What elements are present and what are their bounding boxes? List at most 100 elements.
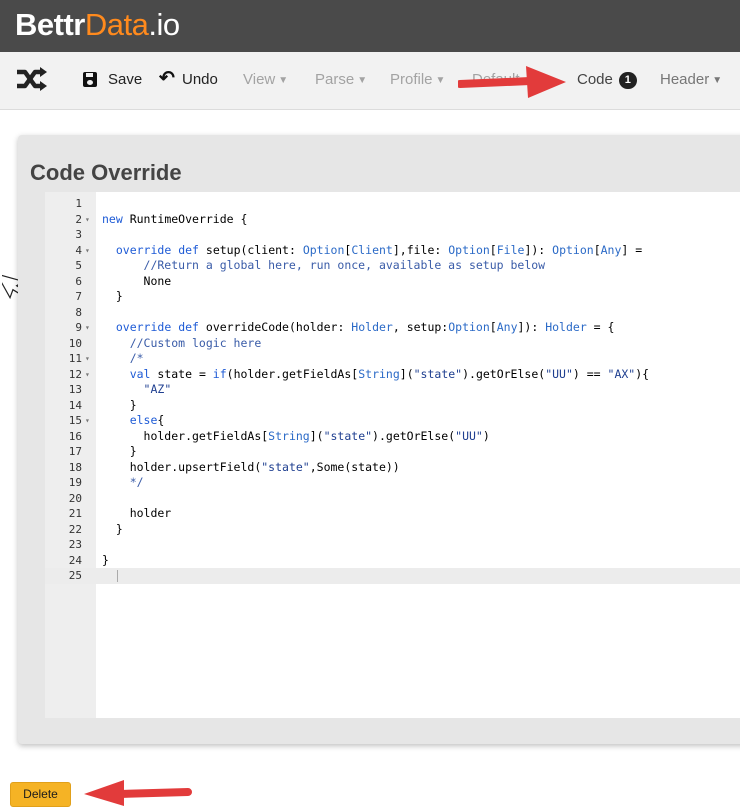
line-number: 17 xyxy=(68,445,82,458)
chevron-down-icon: ▼ xyxy=(357,75,368,86)
code-line[interactable]: 19 */ xyxy=(45,475,740,491)
code-line[interactable]: 14 } xyxy=(45,398,740,414)
header-menu-label: Header xyxy=(660,71,710,88)
code-override-panel: Code Override 1 2 ▾ new RuntimeOverride {3 4… xyxy=(18,135,740,744)
code-line[interactable]: 15 ▾ else{ xyxy=(45,413,740,429)
line-number: 15 xyxy=(68,414,82,427)
brand-part-data: Data xyxy=(84,7,149,42)
code-text: */ xyxy=(102,475,144,489)
profile-menu[interactable]: Profile ▼ xyxy=(390,71,445,88)
code-line[interactable]: 12 ▾ val state = if(holder.getFieldAs[Str… xyxy=(45,367,740,383)
code-line[interactable]: 10 //Custom logic here xyxy=(45,336,740,352)
code-text: "AZ" xyxy=(143,382,172,396)
brand-logo[interactable]: BettrData.io xyxy=(15,7,180,43)
code-line[interactable]: 8 xyxy=(45,305,740,321)
fold-toggle-icon[interactable]: ▾ xyxy=(85,413,90,429)
brand-bar: BettrData.io xyxy=(0,0,740,52)
line-number: 13 xyxy=(68,383,82,396)
code-text: /* xyxy=(102,351,144,365)
code-line[interactable]: 1 xyxy=(45,196,740,212)
code-text: else{ xyxy=(129,413,165,427)
code-line[interactable]: 4 ▾ override def setup(client: Option[Cli… xyxy=(45,243,740,259)
code-text: override def overrideCode(holder: Holder… xyxy=(115,320,615,334)
header-menu[interactable]: Header ▼ xyxy=(660,71,722,88)
view-menu-label: View xyxy=(243,71,276,88)
shuffle-icon[interactable] xyxy=(15,66,49,97)
parse-menu-label: Parse xyxy=(315,71,355,88)
save-icon[interactable] xyxy=(83,72,97,87)
code-line[interactable]: 13 "AZ" xyxy=(45,382,740,398)
save-button[interactable]: Save xyxy=(108,71,142,88)
code-line[interactable]: 17 } xyxy=(45,444,740,460)
fold-toggle-icon[interactable]: ▾ xyxy=(85,367,90,383)
code-text: } xyxy=(102,444,137,458)
code-text: //Custom logic here xyxy=(102,335,262,350)
undo-button[interactable]: Undo xyxy=(182,71,218,88)
code-text: } xyxy=(102,397,137,412)
undo-icon[interactable]: ↶ xyxy=(159,67,175,90)
code-line[interactable]: 23 xyxy=(45,537,740,553)
line-number: 1 xyxy=(75,197,82,210)
line-number: 16 xyxy=(68,429,82,443)
line-number: 25 xyxy=(68,569,82,582)
code-line[interactable]: 9 ▾ override def overrideCode(holder: Hol… xyxy=(45,320,740,336)
code-menu[interactable]: Code 1 xyxy=(577,71,637,90)
line-number: 6 xyxy=(75,274,82,288)
code-line[interactable]: 2 ▾ new RuntimeOverride { xyxy=(45,212,740,228)
line-number: 8 xyxy=(75,305,82,319)
line-number: 12 xyxy=(68,367,82,381)
code-line[interactable]: 24} xyxy=(45,553,740,569)
line-number: 4 xyxy=(75,243,82,257)
line-number: 18 xyxy=(68,460,82,474)
parse-menu[interactable]: Parse ▼ xyxy=(315,71,367,88)
line-number: 23 xyxy=(68,538,82,551)
line-number: 9 xyxy=(75,321,82,334)
code-text: holder.upsertField("state",Some(state)) xyxy=(102,459,400,474)
code-editor[interactable]: 1 2 ▾ new RuntimeOverride {3 4 ▾ override def… xyxy=(45,192,740,718)
code-line[interactable]: 7 } xyxy=(45,289,740,305)
code-text: } xyxy=(102,552,109,567)
code-count-badge: 1 xyxy=(618,72,637,89)
line-number: 2 xyxy=(75,212,82,226)
fold-toggle-icon[interactable]: ▾ xyxy=(85,320,90,336)
brand-part-io: .io xyxy=(148,7,180,42)
fold-toggle-icon[interactable]: ▾ xyxy=(85,243,90,259)
code-lines: 1 2 ▾ new RuntimeOverride {3 4 ▾ override def… xyxy=(45,196,740,584)
code-text: holder.getFieldAs[String]("state").getOr… xyxy=(102,428,490,443)
annotation-arrow-delete-icon xyxy=(84,780,192,806)
code-line[interactable]: 18 holder.upsertField("state",Some(state… xyxy=(45,460,740,476)
code-line[interactable]: 3 xyxy=(45,227,740,243)
code-text: } xyxy=(102,521,123,536)
line-number: 19 xyxy=(68,476,82,489)
code-line[interactable]: 5 //Return a global here, run once, avai… xyxy=(45,258,740,274)
line-number: 21 xyxy=(68,507,82,520)
line-number: 22 xyxy=(68,522,82,536)
view-menu[interactable]: View ▼ xyxy=(243,71,288,88)
code-line[interactable]: 25 xyxy=(45,568,740,584)
code-text: } xyxy=(102,289,123,303)
line-number: 11 xyxy=(68,352,82,365)
code-text: //Return a global here, run once, availa… xyxy=(102,258,546,272)
delete-button[interactable]: Delete xyxy=(10,782,71,807)
code-line[interactable]: 21 holder xyxy=(45,506,740,522)
code-text: new RuntimeOverride { xyxy=(102,211,248,226)
code-menu-label: Code xyxy=(577,71,613,88)
code-text: override def setup(client: Option[Client… xyxy=(115,242,643,257)
chevron-down-icon: ▼ xyxy=(712,75,723,86)
line-number: 14 xyxy=(68,398,82,412)
chevron-down-icon: ▼ xyxy=(278,75,289,86)
fold-toggle-icon[interactable]: ▾ xyxy=(85,212,90,228)
line-number: 7 xyxy=(75,290,82,303)
code-line[interactable]: 11 ▾ /* xyxy=(45,351,740,367)
code-line[interactable]: 20 xyxy=(45,491,740,507)
annotation-arrow-code-icon xyxy=(458,66,566,98)
code-line[interactable]: 16 holder.getFieldAs[String]("state").ge… xyxy=(45,429,740,445)
code-text: holder xyxy=(102,506,172,520)
fold-toggle-icon[interactable]: ▾ xyxy=(85,351,90,367)
code-text: val state = if(holder.getFieldAs[String]… xyxy=(129,366,650,381)
code-line[interactable]: 6 None xyxy=(45,274,740,290)
chevron-down-icon: ▼ xyxy=(435,75,446,86)
panel-title: Code Override xyxy=(30,160,182,185)
code-line[interactable]: 22 } xyxy=(45,522,740,538)
text-cursor xyxy=(117,570,118,582)
